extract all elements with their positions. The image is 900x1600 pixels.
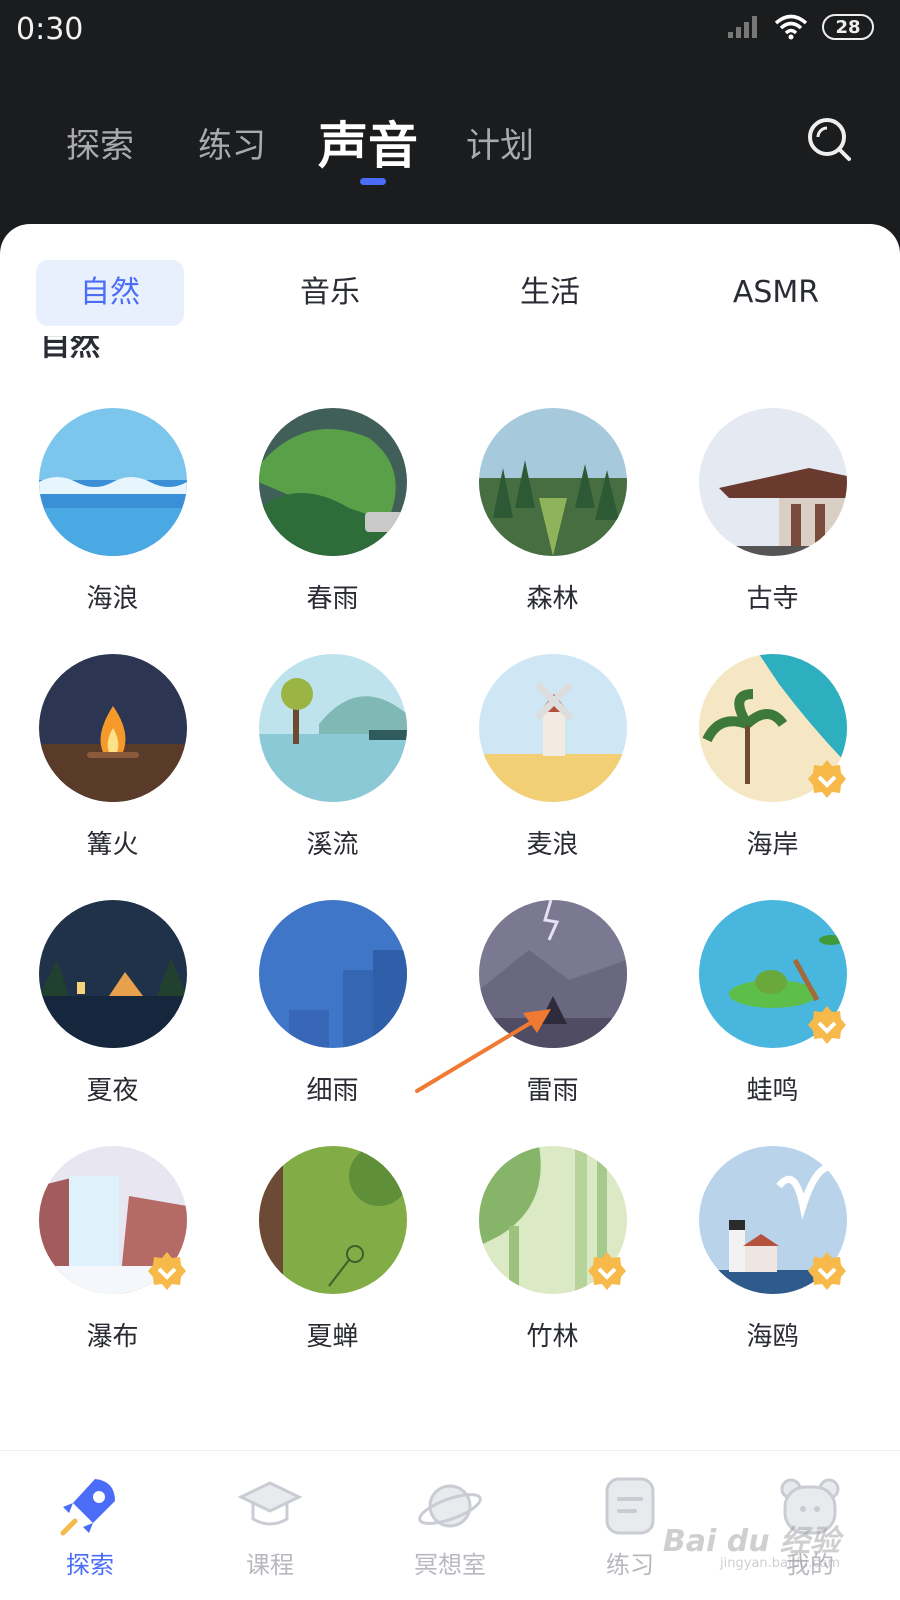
sound-label: 海浪	[86, 584, 139, 614]
category-life[interactable]: 生活	[476, 260, 624, 326]
sound-item-coast[interactable]: 海岸	[660, 654, 885, 874]
sound-label: 篝火	[86, 830, 139, 860]
sound-item-seagull[interactable]: 海鸥	[660, 1146, 885, 1366]
sound-label: 夏蝉	[306, 1322, 359, 1352]
wifi-icon	[774, 14, 808, 40]
sound-item-campfire[interactable]: 篝火	[0, 654, 225, 874]
cellular-signal-icon	[728, 16, 757, 38]
sound-item-summer-night[interactable]: 夏夜	[0, 900, 225, 1120]
sound-label: 蛙鸣	[746, 1076, 799, 1106]
status-time: 0:30	[16, 12, 84, 47]
premium-badge-icon	[588, 1252, 626, 1290]
sound-label: 麦浪	[526, 830, 579, 860]
tab-sound[interactable]: 声音	[318, 106, 418, 178]
sound-label: 夏夜	[86, 1076, 139, 1106]
sound-item-ocean[interactable]: 海浪	[0, 408, 225, 628]
sound-item-drizzle[interactable]: 细雨	[220, 900, 445, 1120]
summer-night-icon	[39, 900, 187, 1048]
cicada-icon	[259, 1146, 407, 1294]
sound-label: 古寺	[746, 584, 799, 614]
rocket-icon	[60, 1479, 115, 1536]
tab-practice[interactable]: 练习	[198, 118, 266, 167]
top-tab-bar: 探索 练习 声音 计划	[0, 96, 900, 206]
forest-icon	[479, 408, 627, 556]
premium-badge-icon	[808, 760, 846, 798]
sound-item-thunderstorm[interactable]: 雷雨	[440, 900, 665, 1120]
spring-rain-icon	[259, 408, 407, 556]
watermark-url: jingyan.baidu.com	[720, 1556, 840, 1571]
sound-label: 细雨	[306, 1076, 359, 1106]
sound-item-stream[interactable]: 溪流	[220, 654, 445, 874]
status-bar: 0:30 28	[0, 0, 900, 62]
stream-icon	[259, 654, 407, 802]
sound-item-spring-rain[interactable]: 春雨	[220, 408, 445, 628]
tab-explore[interactable]: 探索	[66, 118, 134, 167]
sound-item-waterfall[interactable]: 瀑布	[0, 1146, 225, 1366]
premium-badge-icon	[808, 1006, 846, 1044]
status-icons: 28	[728, 14, 874, 40]
category-asmr[interactable]: ASMR	[696, 260, 856, 326]
sound-item-temple[interactable]: 古寺	[660, 408, 885, 628]
sound-label: 春雨	[306, 584, 359, 614]
category-nature[interactable]: 自然	[36, 260, 184, 326]
sound-label: 竹林	[526, 1322, 579, 1352]
thunderstorm-icon	[479, 900, 627, 1048]
watermark-logo: Bai du 经验	[662, 1524, 840, 1559]
battery-indicator: 28	[822, 14, 874, 40]
premium-badge-icon	[808, 1252, 846, 1290]
sound-item-wheat[interactable]: 麦浪	[440, 654, 665, 874]
sound-label: 雷雨	[526, 1076, 579, 1106]
tab-plan[interactable]: 计划	[466, 118, 534, 167]
sound-label: 溪流	[306, 830, 359, 860]
sound-label: 森林	[526, 584, 579, 614]
category-music[interactable]: 音乐	[256, 260, 404, 326]
sound-label: 海鸥	[746, 1322, 799, 1352]
nav-label: 冥想室	[414, 1551, 486, 1579]
nav-courses[interactable]: 课程	[180, 1463, 360, 1593]
nav-explore[interactable]: 探索	[0, 1463, 180, 1593]
search-icon[interactable]	[806, 116, 854, 164]
sound-item-forest[interactable]: 森林	[440, 408, 665, 628]
sound-item-cicada[interactable]: 夏蝉	[220, 1146, 445, 1366]
nav-label: 探索	[66, 1551, 114, 1579]
campfire-icon	[39, 654, 187, 802]
ancient-temple-icon	[699, 408, 847, 556]
sound-item-bamboo[interactable]: 竹林	[440, 1146, 665, 1366]
nav-label: 课程	[246, 1551, 294, 1579]
active-tab-indicator	[360, 178, 386, 185]
practice-icon	[605, 1477, 655, 1535]
graduation-cap-icon	[237, 1481, 303, 1526]
category-tabs: 自然 音乐 生活 ASMR	[0, 260, 900, 326]
content-sheet: 自然 音乐 生活 ASMR 自然 海浪 春雨 森林 古寺 篝火 溪流 麦浪 海岸…	[0, 224, 900, 1450]
ocean-wave-icon	[39, 408, 187, 556]
sound-label: 海岸	[746, 830, 799, 860]
section-title: 自然	[40, 336, 100, 362]
planet-icon	[418, 1484, 482, 1528]
premium-badge-icon	[148, 1252, 186, 1290]
nav-meditation-room[interactable]: 冥想室	[360, 1463, 540, 1593]
drizzle-icon	[259, 900, 407, 1048]
sound-item-frog[interactable]: 蛙鸣	[660, 900, 885, 1120]
sound-label: 瀑布	[86, 1322, 139, 1352]
windmill-wheat-icon	[479, 654, 627, 802]
